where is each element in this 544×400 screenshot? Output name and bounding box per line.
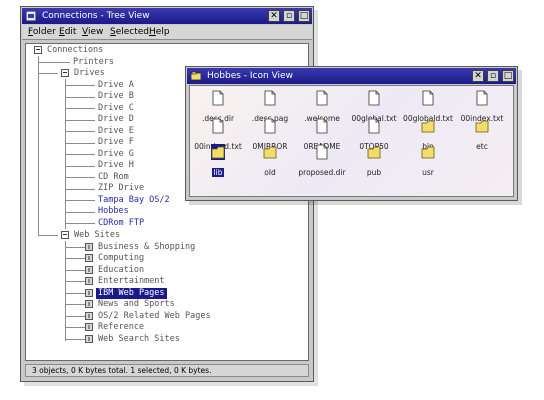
folder-item-selected[interactable]: lib — [190, 144, 246, 179]
tree-node-drive-g[interactable]: Drive G — [98, 149, 134, 160]
menu-selected[interactable]: Selected — [110, 25, 149, 39]
folder-icon — [421, 146, 435, 159]
document-icon — [316, 90, 328, 106]
window-menu-icon[interactable] — [26, 11, 36, 21]
close-icon[interactable]: ✕ — [472, 70, 484, 82]
folder-label: usr — [422, 168, 434, 177]
tree-view-title: Connections - Tree View — [42, 11, 150, 21]
tree-node-drives[interactable]: Drives — [74, 68, 105, 79]
tree-node-drive-f[interactable]: Drive F — [98, 137, 134, 148]
tree-node-education[interactable]: Education — [98, 265, 144, 276]
menu-folder[interactable]: Folder — [28, 25, 56, 39]
tree-node-web-search[interactable]: Web Search Sites — [98, 334, 180, 345]
tree-node-drive-a[interactable]: Drive A — [98, 80, 134, 91]
expand-toggle-ibm-web[interactable] — [85, 289, 93, 297]
document-icon — [316, 118, 328, 134]
folder-item[interactable]: etc — [454, 118, 510, 153]
document-icon — [422, 90, 434, 106]
tree-node-news[interactable]: News and Sports — [98, 299, 175, 310]
folder-window-icon[interactable] — [191, 71, 201, 81]
folder-label: pub — [366, 168, 382, 177]
file-label: proposed.dir — [298, 168, 346, 177]
tree-node-zip-drive[interactable]: ZIP Drive — [98, 183, 144, 194]
tree-node-reference[interactable]: Reference — [98, 322, 144, 333]
maximize-icon[interactable]: □ — [298, 10, 310, 22]
tree-node-drive-b[interactable]: Drive B — [98, 91, 134, 102]
tree-view-titlebar[interactable]: Connections - Tree View ✕ ▫ □ — [22, 8, 312, 24]
expand-toggle-os2-related[interactable] — [85, 312, 93, 320]
folder-label: old — [264, 168, 276, 177]
tree-node-ibm-web[interactable]: IBM Web Pages — [96, 288, 167, 299]
expand-toggle-computing[interactable] — [85, 254, 93, 262]
close-icon[interactable]: ✕ — [268, 10, 280, 22]
menu-edit[interactable]: Edit — [59, 25, 76, 39]
expand-toggle-entertainment[interactable] — [85, 277, 93, 285]
expand-toggle-news[interactable] — [85, 300, 93, 308]
expand-toggle-reference[interactable] — [85, 323, 93, 331]
document-icon — [212, 90, 224, 106]
tree-node-business[interactable]: Business & Shopping — [98, 242, 195, 253]
expand-toggle-web-search[interactable] — [85, 335, 93, 343]
document-icon — [212, 118, 224, 134]
menu-view[interactable]: View — [82, 25, 103, 39]
icon-view-title: Hobbes - Icon View — [207, 71, 293, 81]
icon-view-titlebar[interactable]: Hobbes - Icon View ✕ ▫ □ — [187, 68, 516, 84]
collapse-toggle-web-sites[interactable] — [61, 231, 69, 239]
folder-label: etc — [476, 142, 488, 151]
tree-node-hobbes[interactable]: Hobbes — [98, 206, 129, 217]
folder-icon — [421, 120, 435, 133]
folder-icon — [211, 144, 225, 160]
tree-node-drive-d[interactable]: Drive D — [98, 114, 134, 125]
folder-label: lib — [211, 168, 225, 177]
tree-node-printers[interactable]: Printers — [73, 57, 114, 68]
document-icon — [264, 118, 276, 134]
expand-toggle-business[interactable] — [85, 243, 93, 251]
tree-node-cdrom-ftp[interactable]: CDRom FTP — [98, 218, 144, 229]
minimize-icon[interactable]: ▫ — [487, 70, 499, 82]
document-icon — [264, 90, 276, 106]
maximize-icon[interactable]: □ — [502, 70, 514, 82]
document-icon — [368, 90, 380, 106]
folder-item[interactable]: usr — [400, 144, 456, 179]
menu-help[interactable]: Help — [149, 25, 170, 39]
icon-view-window: Hobbes - Icon View ✕ ▫ □ .desc.dir .desc… — [185, 66, 518, 201]
icon-pane[interactable]: .desc.dir .desc.pag .welcome 00global.tx… — [189, 85, 514, 197]
minimize-icon[interactable]: ▫ — [283, 10, 295, 22]
collapse-toggle-connections[interactable] — [34, 46, 42, 54]
status-bar: 3 objects, 0 K bytes total. 1 selected, … — [25, 364, 309, 377]
folder-item[interactable]: old — [242, 144, 298, 179]
folder-icon — [475, 120, 489, 133]
document-icon — [316, 144, 328, 160]
expand-toggle-education[interactable] — [85, 266, 93, 274]
document-icon — [476, 90, 488, 106]
tree-node-drive-h[interactable]: Drive H — [98, 160, 134, 171]
document-icon — [368, 118, 380, 134]
folder-item[interactable]: pub — [346, 144, 402, 179]
tree-node-os2-related[interactable]: OS/2 Related Web Pages — [98, 311, 211, 322]
file-item[interactable]: proposed.dir — [294, 144, 350, 179]
folder-icon — [367, 146, 381, 159]
tree-node-drive-c[interactable]: Drive C — [98, 103, 134, 114]
collapse-toggle-drives[interactable] — [61, 69, 69, 77]
tree-node-computing[interactable]: Computing — [98, 253, 144, 264]
tree-node-entertainment[interactable]: Entertainment — [98, 276, 165, 287]
tree-view-menubar: Folder Edit View Selected Help — [22, 25, 312, 40]
tree-node-cd-rom[interactable]: CD Rom — [98, 172, 129, 183]
tree-node-web-sites[interactable]: Web Sites — [74, 230, 120, 241]
folder-icon — [263, 146, 277, 159]
tree-node-drive-e[interactable]: Drive E — [98, 126, 134, 137]
tree-node-tampa-bay[interactable]: Tampa Bay OS/2 — [98, 195, 170, 206]
tree-node-connections[interactable]: Connections — [47, 45, 103, 56]
